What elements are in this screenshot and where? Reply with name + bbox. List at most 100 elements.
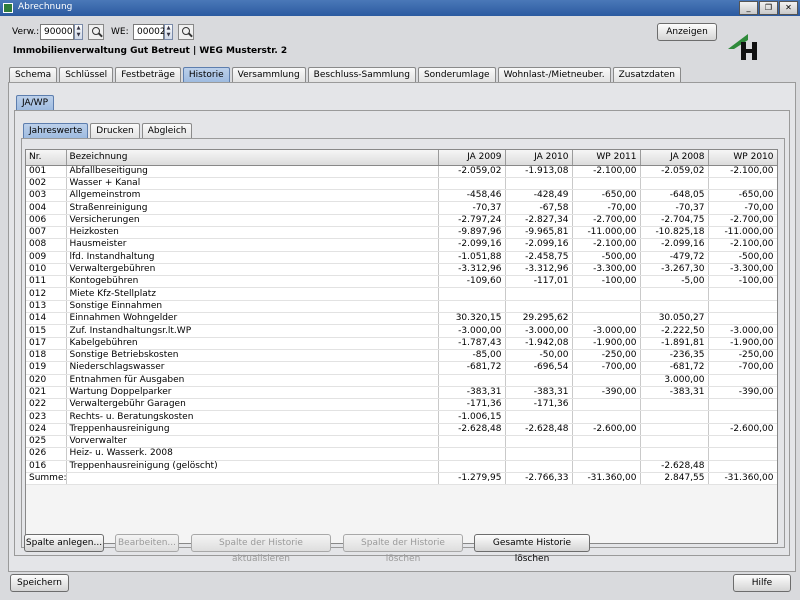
table-cell[interactable]: Entnahmen für Ausgaben <box>66 374 439 387</box>
table-cell[interactable] <box>640 447 709 461</box>
table-cell[interactable]: -2.628,48 <box>640 460 709 473</box>
table-cell[interactable] <box>708 312 777 326</box>
table-cell[interactable]: 007 <box>26 226 67 240</box>
table-cell[interactable]: -1.913,08 <box>505 165 573 178</box>
show-button[interactable]: Anzeigen <box>657 23 717 41</box>
table-cell[interactable]: Heizkosten <box>66 226 439 240</box>
table-cell[interactable]: -2.100,00 <box>708 165 777 178</box>
table-cell[interactable]: Heiz- u. Wasserk. 2008 <box>66 447 439 461</box>
table-cell[interactable]: Straßenreinigung <box>66 201 439 215</box>
table-cell[interactable] <box>708 300 777 314</box>
table-cell[interactable]: -650,00 <box>572 189 641 203</box>
tab-ja-wp[interactable]: JA/WP <box>16 95 55 110</box>
table-cell[interactable]: -700,00 <box>708 361 777 375</box>
table-cell[interactable]: -390,00 <box>708 386 777 400</box>
tab-drucken[interactable]: Drucken <box>90 123 140 138</box>
table-cell[interactable]: -1.787,43 <box>438 337 506 350</box>
table-cell[interactable]: -2.100,00 <box>708 238 777 252</box>
table-row[interactable]: 020 Entnahmen für Ausgaben 3.000,00 <box>26 374 777 387</box>
table-cell[interactable]: -2.797,24 <box>438 214 506 227</box>
table-cell[interactable]: 016 <box>26 460 67 473</box>
table-cell[interactable]: -3.312,96 <box>505 263 573 277</box>
table-cell[interactable]: -100,00 <box>708 275 777 289</box>
table-cell[interactable]: Wartung Doppelparker <box>66 386 439 400</box>
table-row[interactable]: 019 Niederschlagswasser -681,72 -696,54 -700… <box>26 361 777 375</box>
table-cell[interactable] <box>505 374 573 387</box>
table-cell[interactable]: -2.600,00 <box>572 423 641 437</box>
table-cell[interactable] <box>572 312 641 326</box>
we-input[interactable]: 00002 <box>133 24 166 40</box>
we-search-button[interactable] <box>178 24 194 40</box>
table-cell[interactable]: -70,00 <box>708 201 777 215</box>
table-row[interactable]: 001 Abfallbeseitigung -2.059,02 -1.913,08 -2… <box>26 165 777 178</box>
table-cell[interactable]: 025 <box>26 435 67 449</box>
table-cell[interactable]: -250,00 <box>708 349 777 363</box>
table-cell[interactable]: -2.600,00 <box>708 423 777 437</box>
table-cell[interactable]: 006 <box>26 214 67 227</box>
table-cell[interactable] <box>708 447 777 461</box>
column-header-ja-2009[interactable]: JA 2009 <box>438 150 506 166</box>
table-cell[interactable]: -2.100,00 <box>572 238 641 252</box>
table-cell[interactable]: Miete Kfz-Stellplatz <box>66 287 439 301</box>
table-cell[interactable] <box>505 300 573 314</box>
table-row[interactable]: 007 Heizkosten -9.897,96 -9.965,81 -11.000,0… <box>26 226 777 240</box>
table-row[interactable]: 026 Heiz- u. Wasserk. 2008 <box>26 447 777 461</box>
table-cell[interactable]: Einnahmen Wohngelder <box>66 312 439 326</box>
table-cell[interactable]: -648,05 <box>640 189 709 203</box>
tab-versammlung[interactable]: Versammlung <box>231 67 306 82</box>
table-row[interactable]: 003 Allgemeinstrom -458,46 -428,49 -650,00 -6… <box>26 189 777 203</box>
table-cell[interactable]: -383,31 <box>438 386 506 400</box>
table-cell[interactable]: 002 <box>26 177 67 191</box>
tab-abgleich[interactable]: Abgleich <box>141 123 193 138</box>
table-cell[interactable] <box>640 398 709 412</box>
delete-history-column-button[interactable]: Spalte der Historie löschen <box>343 534 463 564</box>
table-cell[interactable]: -3.000,00 <box>572 324 641 338</box>
table-cell[interactable]: 013 <box>26 300 67 314</box>
close-button[interactable]: ✕ <box>779 1 798 15</box>
table-cell[interactable] <box>708 287 777 301</box>
table-cell[interactable] <box>572 287 641 301</box>
table-cell[interactable]: -1.051,88 <box>438 251 506 264</box>
table-cell[interactable]: -70,37 <box>438 201 506 215</box>
table-cell[interactable]: -9.965,81 <box>505 226 573 240</box>
column-header-ja-2010[interactable]: JA 2010 <box>505 150 573 166</box>
table-cell[interactable] <box>505 435 573 449</box>
tab-zusatzdaten[interactable]: Zusatzdaten <box>612 67 681 82</box>
table-cell[interactable]: -2.099,16 <box>505 238 573 252</box>
table-cell[interactable]: 026 <box>26 447 67 461</box>
column-header-nr[interactable]: Nr. <box>26 150 67 166</box>
table-cell[interactable]: -10.825,18 <box>640 226 709 240</box>
table-row[interactable]: 012 Miete Kfz-Stellplatz <box>26 287 777 301</box>
table-cell[interactable]: 024 <box>26 423 67 437</box>
table-cell[interactable]: -9.897,96 <box>438 226 506 240</box>
table-cell[interactable]: Abfallbeseitigung <box>66 165 439 178</box>
table-row[interactable]: 022 Verwaltergebühr Garagen -171,36 -171,36 <box>26 398 777 412</box>
table-cell[interactable]: 004 <box>26 201 67 215</box>
column-header-wp-2011[interactable]: WP 2011 <box>572 150 641 166</box>
table-cell[interactable] <box>640 435 709 449</box>
table-cell[interactable]: 30.050,27 <box>640 312 709 326</box>
table-cell[interactable]: -11.000,00 <box>708 226 777 240</box>
tab-jahreswerte[interactable]: Jahreswerte <box>23 123 89 138</box>
table-row[interactable]: 025 Vorverwalter <box>26 435 777 449</box>
column-header-wp-2010[interactable]: WP 2010 <box>708 150 777 166</box>
table-cell[interactable]: -2.222,50 <box>640 324 709 338</box>
table-cell[interactable]: Verwaltergebühr Garagen <box>66 398 439 412</box>
table-cell[interactable]: -1.900,00 <box>572 337 641 350</box>
tab-schema[interactable]: Schema <box>9 67 58 82</box>
column-header-bezeichnung[interactable]: Bezeichnung <box>66 150 439 166</box>
table-cell[interactable]: -700,00 <box>572 361 641 375</box>
table-cell[interactable]: -500,00 <box>708 251 777 264</box>
table-cell[interactable]: 014 <box>26 312 67 326</box>
table-cell[interactable] <box>438 460 506 473</box>
table-cell[interactable]: Versicherungen <box>66 214 439 227</box>
table-cell[interactable]: Niederschlagswasser <box>66 361 439 375</box>
table-row[interactable]: 018 Sonstige Betriebskosten -85,00 -50,00 -2… <box>26 349 777 363</box>
table-cell[interactable]: -383,31 <box>640 386 709 400</box>
table-cell[interactable]: -1.900,00 <box>708 337 777 350</box>
table-cell[interactable]: -696,54 <box>505 361 573 375</box>
table-cell[interactable]: 022 <box>26 398 67 412</box>
table-cell[interactable] <box>572 398 641 412</box>
tab-beschluss-sammlung[interactable]: Beschluss-Sammlung <box>307 67 416 82</box>
table-cell[interactable]: -5,00 <box>640 275 709 289</box>
